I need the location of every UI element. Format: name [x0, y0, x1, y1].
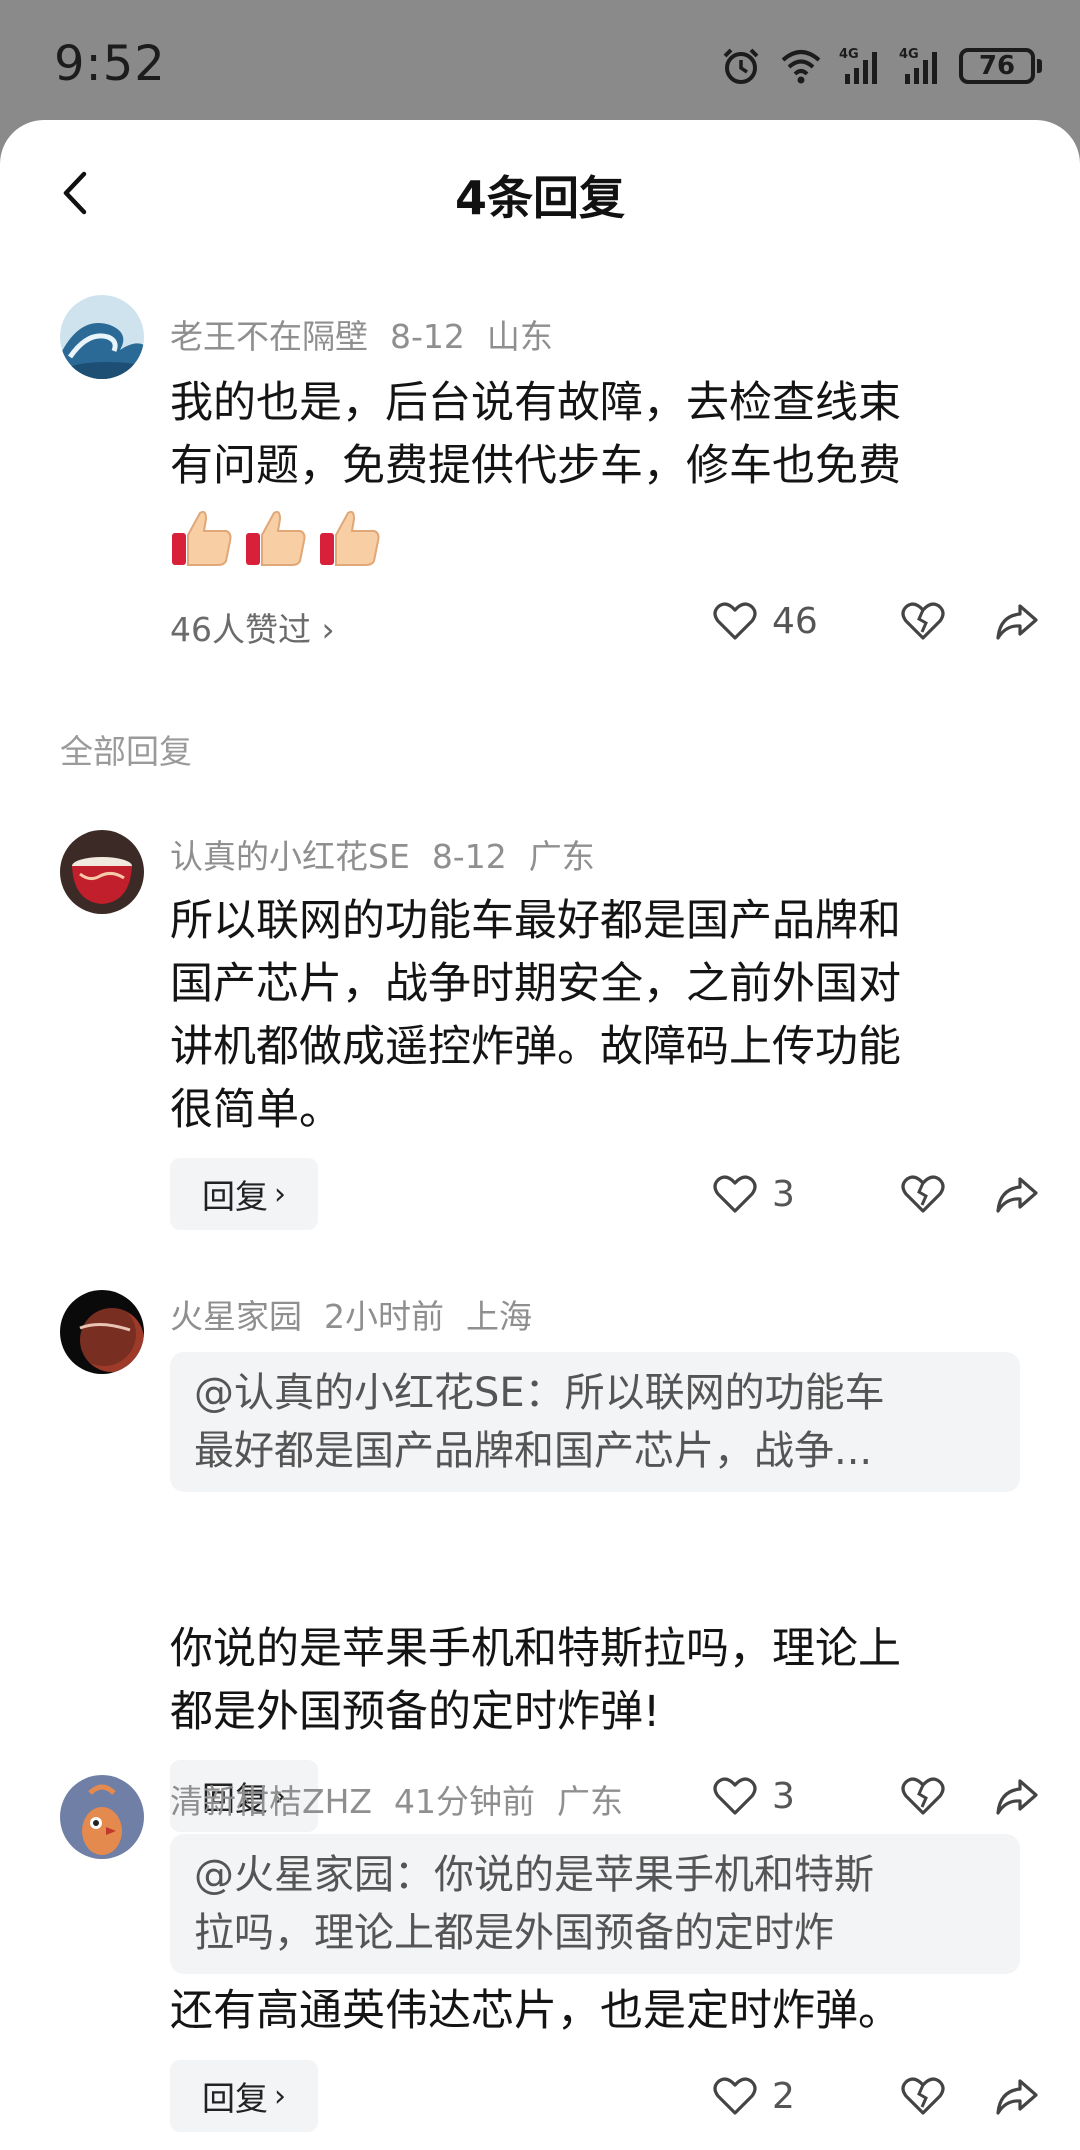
chevron-right-icon: › — [321, 610, 335, 649]
thumbs-up-emoji-icon — [246, 510, 306, 566]
share-arrow-icon[interactable] — [994, 1171, 1040, 1217]
comment-actions: 3 — [712, 1171, 1040, 1217]
avatar[interactable] — [60, 1775, 144, 1859]
comment-location: 广东 — [557, 1782, 624, 1821]
comment-date: 41分钟前 — [394, 1782, 536, 1821]
comment-body: 我的也是，后台说有故障，去检查线束 有问题，免费提供代步车，修车也免费 — [170, 372, 1000, 498]
svg-text:4G: 4G — [899, 47, 919, 62]
signal-4g-icon-2: 4G — [899, 47, 937, 84]
chevron-right-icon: › — [274, 1176, 286, 1212]
comment-line: 很简单。 — [170, 1085, 342, 1135]
heart-outline-icon — [713, 1777, 757, 1815]
status-icons: 4G 4G 76 — [719, 44, 1042, 88]
heart-outline-icon — [713, 1175, 757, 1213]
likes-link-label: 46人赞过 — [170, 610, 311, 649]
share-arrow-icon[interactable] — [994, 2073, 1040, 2119]
cartoon-bird-avatar-icon — [60, 1775, 144, 1859]
broken-heart-icon[interactable] — [900, 1773, 946, 1819]
battery-level: 76 — [959, 48, 1035, 84]
comment-actions: 2 — [712, 2073, 1040, 2119]
share-arrow-icon[interactable] — [994, 598, 1040, 644]
thumbs-up-emoji-icon — [320, 510, 380, 566]
sheet-header: 4条回复 — [0, 120, 1080, 270]
username[interactable]: 火星家园 — [170, 1297, 302, 1336]
section-label: 全部回复 — [60, 732, 192, 771]
quote-line: 拉吗，理论上都是外国预备的定时炸 — [194, 1910, 834, 1956]
like-count: 2 — [772, 2075, 795, 2117]
comment-meta: 清新柑桔ZHZ 41分钟前 广东 — [170, 1775, 645, 1823]
svg-text:4G: 4G — [839, 47, 859, 62]
reply-button[interactable]: 回复 › — [170, 1158, 318, 1230]
comment-line: 讲机都做成遥控炸弹。故障码上传功能 — [170, 1022, 901, 1072]
replies-sheet: 4条回复 老王不在隔壁 8-12 山东 我的也是，后台说有故障，去检查线束 有问题，… — [0, 120, 1080, 2150]
comment-meta: 老王不在隔壁 8-12 山东 — [170, 310, 575, 358]
avatar[interactable] — [60, 295, 144, 379]
username[interactable]: 清新柑桔ZHZ — [170, 1782, 372, 1821]
comment-actions: 46 — [712, 598, 1040, 644]
quote-line: @认真的小红花SE：所以联网的功能车 — [194, 1370, 885, 1416]
emoji-row — [170, 505, 382, 569]
quoted-reply[interactable]: @火星家园：你说的是苹果手机和特斯 拉吗，理论上都是外国预备的定时炸 — [170, 1834, 1020, 1974]
alarm-icon — [723, 48, 759, 84]
like-count: 3 — [772, 1173, 795, 1215]
comment-body: 你说的是苹果手机和特斯拉吗，理论上 都是外国预备的定时炸弹! — [170, 1618, 1000, 1744]
reply-button[interactable]: 回复 › — [170, 2060, 318, 2132]
comment-location: 上海 — [466, 1297, 532, 1336]
battery-indicator: 76 — [959, 48, 1042, 84]
comment-line: 国产芯片，战争时期安全，之前外国对 — [170, 959, 901, 1009]
chevron-right-icon: › — [274, 2078, 286, 2114]
comment-body: 还有高通英伟达芯片，也是定时炸弹。 — [170, 1980, 1000, 2043]
heart-outline-icon — [713, 602, 757, 640]
likes-link[interactable]: 46人赞过 › — [170, 603, 335, 651]
status-bar: 9:52 4G 4G 76 — [0, 0, 1080, 130]
comment-line: 有问题，免费提供代步车，修车也免费 — [170, 441, 901, 491]
username[interactable]: 老王不在隔壁 — [170, 317, 368, 356]
mars-avatar-icon — [60, 1290, 144, 1374]
battery-tip — [1037, 59, 1042, 73]
broken-heart-icon[interactable] — [900, 598, 946, 644]
comment-line: 所以联网的功能车最好都是国产品牌和 — [170, 896, 901, 946]
username[interactable]: 认真的小红花SE — [170, 837, 410, 876]
like-button[interactable]: 3 — [712, 1773, 852, 1819]
comment-meta: 火星家园 2小时前 上海 — [170, 1290, 554, 1338]
comment-body: 所以联网的功能车最好都是国产品牌和 国产芯片，战争时期安全，之前外国对 讲机都做… — [170, 890, 1000, 1142]
comment-date: 8-12 — [431, 837, 507, 876]
comment-date: 8-12 — [390, 317, 465, 356]
status-time: 9:52 — [54, 36, 166, 92]
share-arrow-icon[interactable] — [994, 1773, 1040, 1819]
like-button[interactable]: 46 — [712, 598, 852, 644]
reply-button-label: 回复 — [202, 1177, 268, 1216]
comment-line: 你说的是苹果手机和特斯拉吗，理论上 — [170, 1624, 901, 1674]
signal-4g-icon: 4G — [839, 47, 877, 84]
like-count: 46 — [772, 600, 818, 642]
broken-heart-icon[interactable] — [900, 1171, 946, 1217]
heart-outline-icon — [713, 2077, 757, 2115]
red-cup-avatar-icon — [60, 830, 144, 914]
avatar[interactable] — [60, 1290, 144, 1374]
comment-location: 山东 — [486, 317, 553, 356]
comment-meta: 认真的小红花SE 8-12 广东 — [170, 830, 617, 878]
reply-button-label: 回复 — [202, 2079, 268, 2118]
comment-actions: 3 — [712, 1773, 1040, 1819]
like-count: 3 — [772, 1775, 795, 1817]
broken-heart-icon[interactable] — [900, 2073, 946, 2119]
comment-location: 广东 — [528, 837, 595, 876]
quote-line: @火星家园：你说的是苹果手机和特斯 — [194, 1852, 874, 1898]
quote-line: 最好都是国产品牌和国产芯片，战争... — [194, 1428, 873, 1474]
like-button[interactable]: 3 — [712, 1171, 852, 1217]
like-button[interactable]: 2 — [712, 2073, 852, 2119]
page-title: 4条回复 — [454, 171, 625, 225]
avatar[interactable] — [60, 830, 144, 914]
wave-avatar-icon — [60, 295, 144, 379]
comment-line: 都是外国预备的定时炸弹! — [170, 1687, 661, 1737]
wifi-icon — [781, 50, 821, 84]
comment-line: 还有高通英伟达芯片，也是定时炸弹。 — [170, 1986, 901, 2036]
comment-date: 2小时前 — [324, 1297, 444, 1336]
quoted-reply[interactable]: @认真的小红花SE：所以联网的功能车 最好都是国产品牌和国产芯片，战争... — [170, 1352, 1020, 1492]
comment-line: 我的也是，后台说有故障，去检查线束 — [170, 378, 901, 428]
thumbs-up-emoji-icon — [172, 510, 232, 566]
